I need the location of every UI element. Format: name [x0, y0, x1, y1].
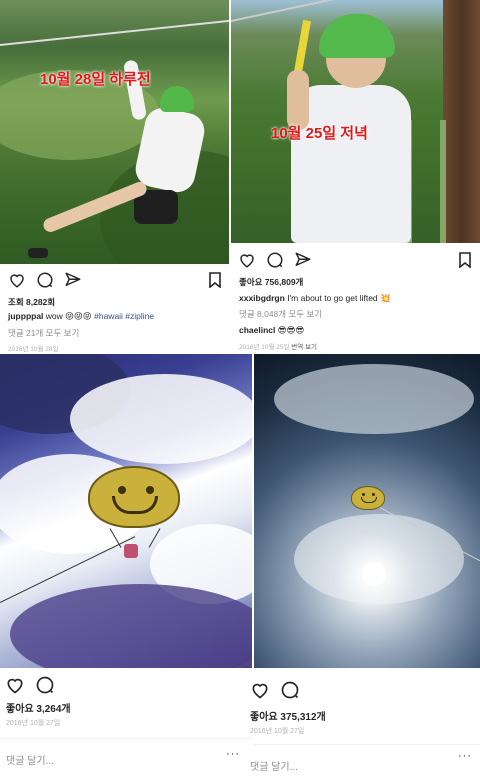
post1-comments-link[interactable]: 댓글 21개 모두 보기	[8, 327, 79, 339]
comment-icon[interactable]	[266, 251, 284, 269]
parasail-canopy	[351, 486, 385, 510]
parasail-riders	[124, 544, 138, 558]
heart-icon[interactable]	[8, 271, 26, 289]
comment-icon[interactable]	[280, 680, 300, 700]
bookmark-icon[interactable]	[458, 252, 472, 269]
cloud-shape	[10, 584, 252, 668]
post2-caption: I'm about to go get lifted 💥	[287, 293, 391, 303]
smiley-eye	[118, 486, 126, 494]
post2-photo[interactable]: 10월 25일 저녁	[231, 0, 480, 243]
smiley-mouth	[361, 497, 377, 503]
divider	[0, 738, 252, 739]
zipline-cable	[0, 19, 229, 46]
post2-comment-line: chaelincl 😎😎😎	[239, 325, 304, 336]
post1-photo[interactable]: 10월 28일 하루전	[0, 0, 229, 264]
post3-likes[interactable]: 좋아요 3,264개	[6, 700, 71, 715]
heart-icon[interactable]	[238, 251, 256, 269]
post4-add-comment[interactable]: 댓글 달기...	[250, 758, 298, 773]
divider	[254, 744, 480, 745]
tree-trunk	[443, 0, 480, 243]
post2-caption-line: xxxibgdrgn I'm about to go get lifted 💥	[239, 293, 391, 304]
post2-comment: 😎😎😎	[277, 325, 305, 335]
cloud-shape	[274, 364, 474, 434]
smiley-eye	[372, 493, 375, 496]
platform-rail	[406, 120, 446, 243]
post4-action-bar	[250, 680, 300, 700]
more-options-icon[interactable]: ···	[226, 748, 240, 760]
post1-hashtags[interactable]: #hawaii #zipline	[94, 311, 154, 321]
post3-date: 2016년 10월 27일	[6, 720, 61, 727]
send-icon[interactable]	[64, 271, 82, 289]
post3-add-comment[interactable]: 댓글 달기...	[6, 752, 54, 767]
post2-date: 2016년 10월 25일	[239, 344, 290, 351]
post2-overlay-text: 10월 25일 저녁	[271, 125, 368, 142]
smiley-eye	[362, 493, 365, 496]
heart-icon[interactable]	[5, 675, 25, 695]
smiley-mouth	[112, 496, 158, 514]
cloud-shape	[294, 514, 464, 604]
helmet	[160, 86, 194, 112]
person-shoe	[28, 248, 48, 258]
heart-icon[interactable]	[250, 680, 270, 700]
post4-footer: 좋아요 375,312개 2016년 10월 27일 댓글 달기... ···	[250, 668, 480, 778]
comment-icon[interactable]	[36, 271, 54, 289]
post1-caption: wow 😝😝😝	[45, 311, 92, 321]
post3-footer: 좋아요 3,264개 2016년 10월 27일 댓글 달기... ···	[0, 668, 252, 778]
post2-comments-link[interactable]: 댓글 8,048개 모두 보기	[239, 308, 322, 320]
person-body	[291, 85, 411, 243]
post2-commenter[interactable]: chaelincl	[239, 325, 275, 335]
post1-username[interactable]: juppppal	[8, 311, 43, 321]
more-options-icon[interactable]: ···	[458, 750, 472, 762]
post3-action-bar	[5, 675, 55, 695]
helmet	[319, 14, 395, 58]
post1-caption-line: juppppal wow 😝😝😝 #hawaii #zipline	[8, 311, 154, 322]
post2-footer: 좋아요 756,809개 xxxibgdrgn I'm about to go …	[231, 243, 480, 354]
post1-views: 조회 8,282회	[8, 297, 56, 307]
person-arm	[287, 70, 309, 130]
post2-action-bar	[238, 251, 312, 269]
bookmark-icon[interactable]	[208, 272, 222, 289]
sun	[362, 562, 386, 586]
post1-action-bar	[8, 271, 82, 289]
post2-translate[interactable]: 번역 보기	[291, 344, 317, 351]
send-icon[interactable]	[294, 251, 312, 269]
cloud-shape	[70, 374, 252, 464]
post1-footer: 조회 8,282회 juppppal wow 😝😝😝 #hawaii #zipl…	[0, 264, 229, 354]
comment-icon[interactable]	[35, 675, 55, 695]
post4-likes[interactable]: 좋아요 375,312개	[250, 708, 326, 723]
post1-date: 2016년 10월 28일	[8, 346, 59, 353]
post4-photo[interactable]	[254, 354, 480, 668]
smiley-eye	[146, 486, 154, 494]
post2-date-line: 2016년 10월 25일 번역 보기	[239, 341, 317, 351]
post2-likes[interactable]: 좋아요 756,809개	[239, 276, 303, 288]
post2-username[interactable]: xxxibgdrgn	[239, 293, 285, 303]
parasail-canopy	[88, 466, 180, 528]
post1-overlay-text: 10월 28일 하루전	[40, 71, 151, 88]
post4-date: 2016년 10월 27일	[250, 728, 305, 735]
post3-photo[interactable]	[0, 354, 252, 668]
